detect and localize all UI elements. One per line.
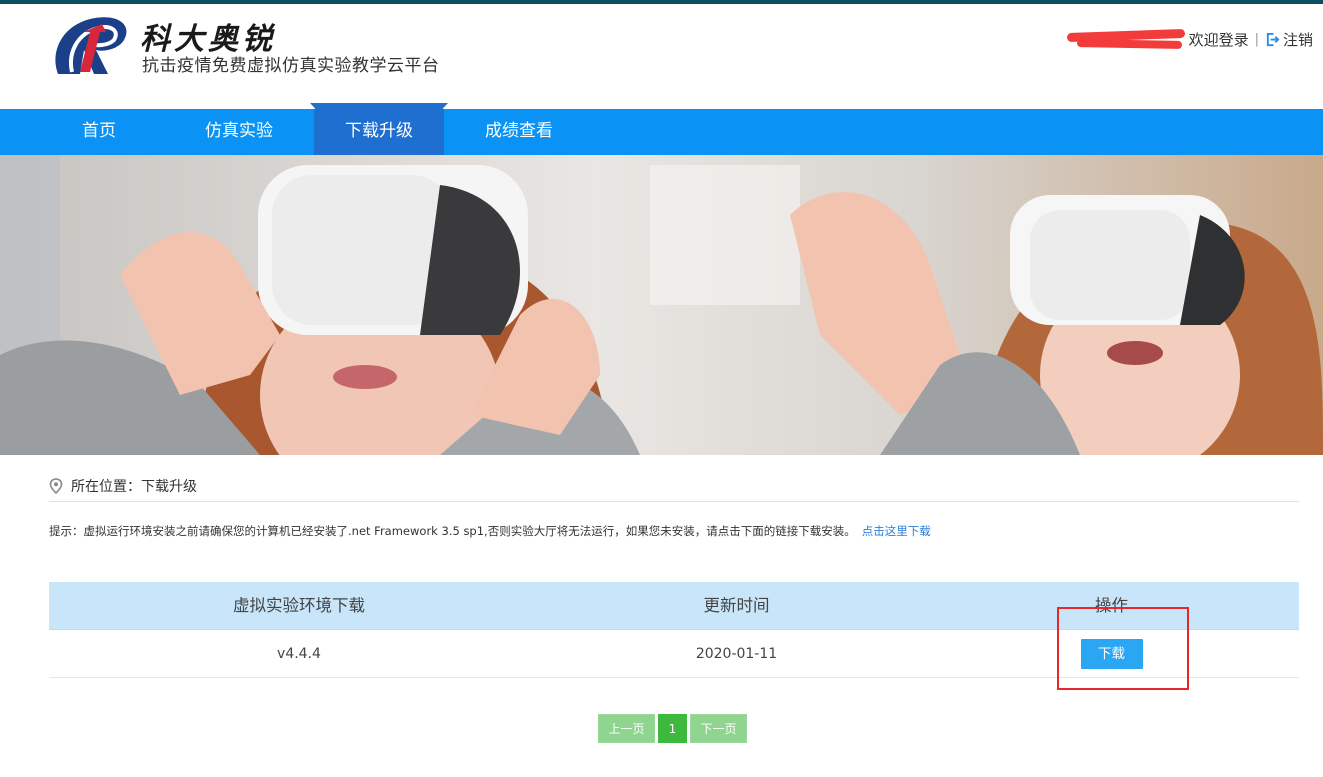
framework-download-link[interactable]: 点击这里下载 bbox=[862, 524, 931, 538]
table-header: 虚拟实验环境下载 更新时间 操作 bbox=[49, 582, 1299, 630]
pagination: 上一页 1 下一页 bbox=[598, 714, 747, 743]
vr-banner-illustration bbox=[0, 155, 1323, 455]
redacted-username bbox=[1067, 28, 1187, 50]
hero-banner-image bbox=[0, 155, 1323, 455]
nav-item-home[interactable]: 首页 bbox=[29, 109, 169, 155]
tip-text: 提示：虚拟运行环境安装之前请确保您的计算机已经安装了.net Framework… bbox=[49, 524, 856, 538]
install-tip: 提示：虚拟运行环境安装之前请确保您的计算机已经安装了.net Framework… bbox=[49, 523, 931, 539]
logo-subtitle: 抗击疫情免费虚拟仿真实验教学云平台 bbox=[142, 56, 440, 76]
nav-item-simulation[interactable]: 仿真实验 bbox=[169, 109, 309, 155]
version-cell: v4.4.4 bbox=[277, 646, 321, 662]
nav-item-download[interactable]: 下载升级 bbox=[314, 109, 444, 155]
table-row: v4.4.4 2020-01-11 下载 bbox=[49, 630, 1299, 678]
current-page-button[interactable]: 1 bbox=[658, 714, 687, 743]
column-header-environment: 虚拟实验环境下载 bbox=[233, 596, 365, 615]
download-table: 虚拟实验环境下载 更新时间 操作 v4.4.4 2020-01-11 下载 bbox=[49, 582, 1299, 678]
breadcrumb-text: 所在位置：下载升级 bbox=[71, 478, 197, 495]
logout-icon[interactable] bbox=[1265, 32, 1280, 47]
user-area: 欢迎登录 | 注销 bbox=[1067, 28, 1313, 50]
location-pin-icon bbox=[49, 477, 63, 494]
welcome-text: 欢迎登录 bbox=[1188, 30, 1249, 49]
download-button[interactable]: 下载 bbox=[1080, 639, 1143, 669]
action-cell: 下载 bbox=[924, 630, 1299, 677]
prev-page-button[interactable]: 上一页 bbox=[598, 714, 655, 743]
logout-link[interactable]: 注销 bbox=[1283, 29, 1313, 50]
date-cell: 2020-01-11 bbox=[695, 646, 778, 662]
separator: | bbox=[1254, 31, 1259, 47]
column-header-update-time: 更新时间 bbox=[703, 596, 770, 615]
header: 科大奥锐 抗击疫情免费虚拟仿真实验教学云平台 欢迎登录 | 注销 bbox=[0, 4, 1323, 109]
column-header-action: 操作 bbox=[1095, 596, 1128, 615]
breadcrumb: 所在位置：下载升级 bbox=[49, 474, 1299, 502]
logo-icon bbox=[55, 17, 127, 74]
nav-item-scores[interactable]: 成绩查看 bbox=[449, 109, 589, 155]
main-nav: 首页 仿真实验 下载升级 成绩查看 bbox=[0, 109, 1323, 155]
next-page-button[interactable]: 下一页 bbox=[690, 714, 747, 743]
